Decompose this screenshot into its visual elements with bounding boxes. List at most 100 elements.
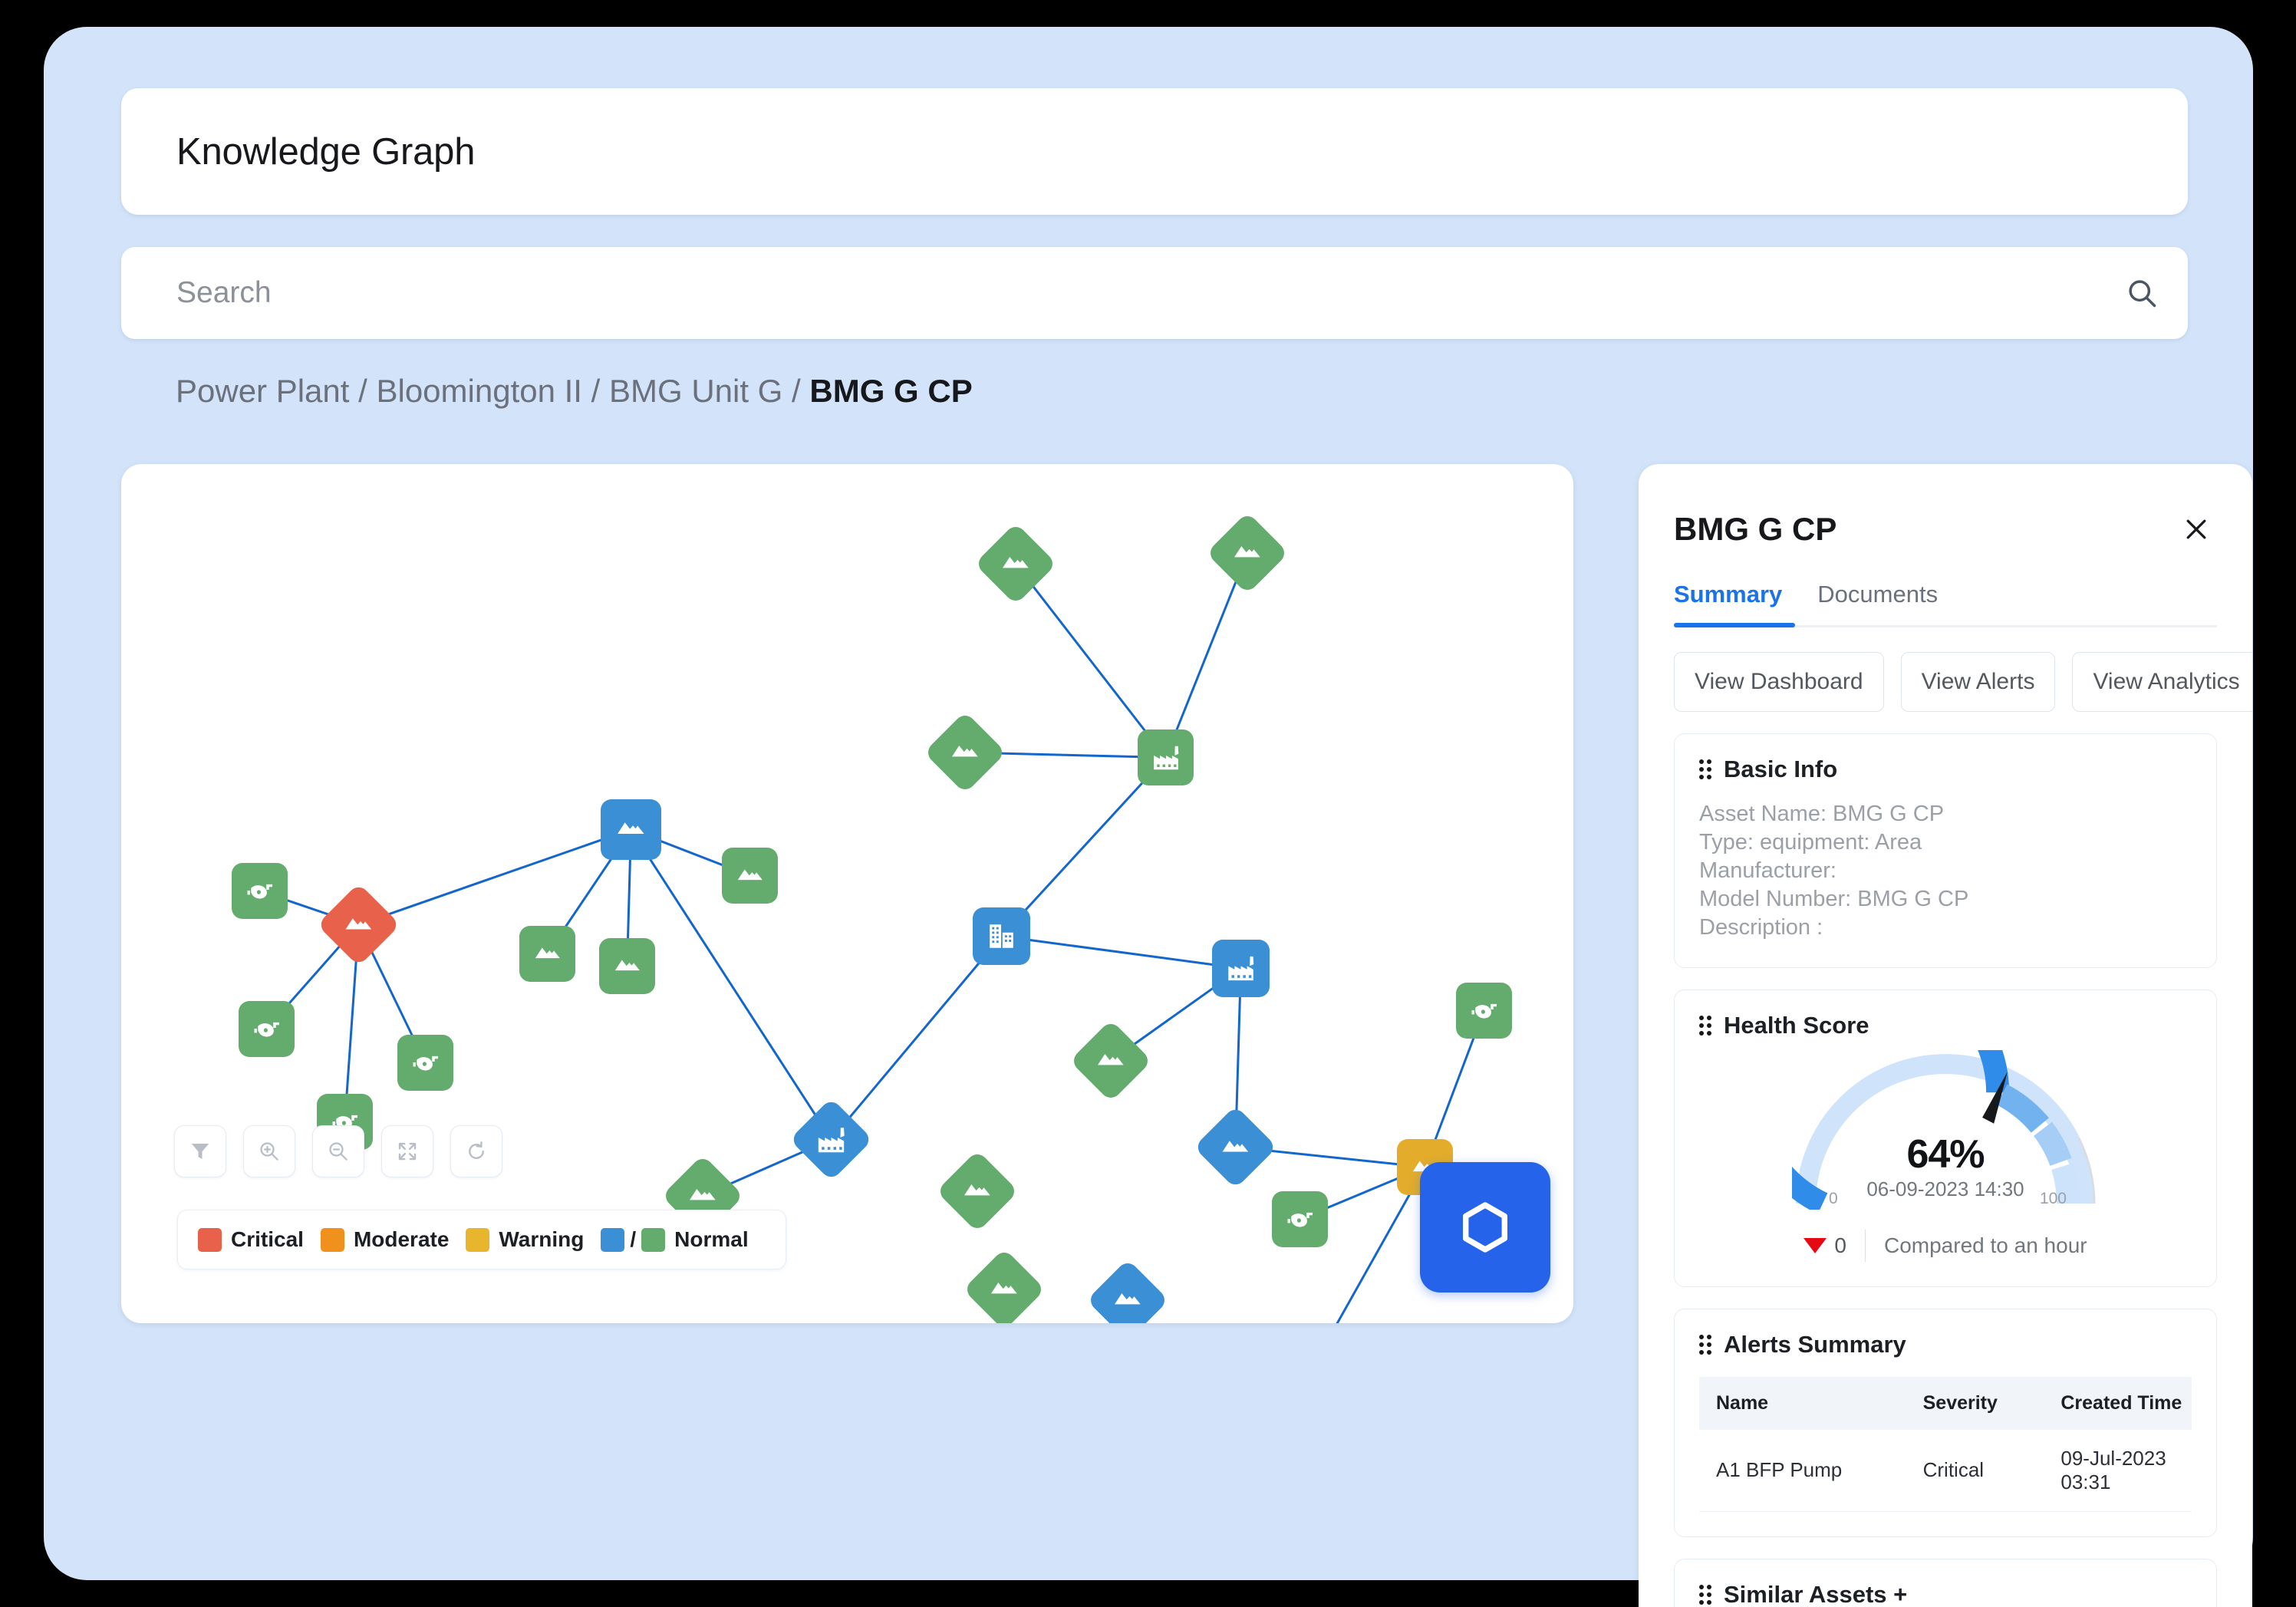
breadcrumb-item-bmg-unit-g[interactable]: BMG Unit G: [609, 373, 782, 410]
health-score-delta: 0 Compared to an hour: [1804, 1229, 2087, 1262]
close-icon[interactable]: [2176, 509, 2217, 550]
health-score-header: Health Score: [1699, 1012, 2192, 1039]
basic-info-model-number: Model Number: BMG G CP: [1699, 887, 1969, 912]
similar-assets-card: Similar Assets + Node Name Similarity: [1674, 1558, 2217, 1607]
legend-label-critical: Critical: [231, 1227, 304, 1251]
graph-node-n11[interactable]: [974, 522, 1057, 605]
similar-assets-header: Similar Assets +: [1699, 1581, 2192, 1607]
tab-summary[interactable]: Summary: [1674, 581, 1782, 625]
breadcrumb-current: BMG G CP: [809, 373, 973, 409]
fit-screen-icon[interactable]: [381, 1125, 433, 1177]
delta-value: 0: [1834, 1233, 1846, 1257]
legend-label-warning: Warning: [499, 1227, 585, 1251]
graph-node-n7[interactable]: [519, 926, 575, 982]
breadcrumb-item-power-plant[interactable]: Power Plant: [176, 373, 349, 410]
view-alerts-button[interactable]: View Alerts: [1900, 652, 2056, 712]
alerts-table: Name Severity Created Time A1 BFP Pump C…: [1699, 1376, 2192, 1512]
basic-info-header: Basic Info: [1699, 756, 2192, 783]
chart-icon: [1112, 1285, 1143, 1316]
chart-icon: [1220, 1132, 1251, 1163]
breadcrumb: Power Plant / Bloomington II / BMG Unit …: [176, 364, 973, 418]
chart-icon: [989, 1274, 1020, 1305]
breadcrumb-separator: /: [581, 373, 609, 409]
zoom-in-icon[interactable]: [243, 1125, 295, 1177]
drag-handle-icon[interactable]: [1699, 1015, 1711, 1036]
drag-handle-icon[interactable]: [1699, 1584, 1711, 1605]
filter-icon[interactable]: [174, 1125, 226, 1177]
pump-icon: [1286, 1205, 1315, 1234]
graph-node-n22[interactable]: [1086, 1259, 1169, 1323]
graph-node-n18[interactable]: [789, 1098, 873, 1181]
legend-swatch-moderate: [320, 1227, 344, 1252]
search-input[interactable]: [176, 276, 2096, 310]
graph-node-n8[interactable]: [599, 938, 655, 994]
drag-handle-icon[interactable]: [1699, 1334, 1711, 1355]
tab-documents[interactable]: Documents: [1817, 581, 1938, 625]
graph-node-n5[interactable]: [317, 883, 400, 967]
legend-item-normal: / Normal: [601, 1227, 765, 1252]
gauge-graphic: 64% 06-09-2023 14:30 0 100: [1741, 957, 2099, 1214]
graph-node-n21[interactable]: [963, 1248, 1046, 1323]
graph-node-n17[interactable]: [1194, 1105, 1277, 1189]
graph-node-n13[interactable]: [1206, 512, 1289, 594]
graph-node-n16[interactable]: [1069, 1019, 1152, 1102]
drag-handle-icon[interactable]: [1699, 759, 1711, 779]
detail-actions: View Dashboard View Alerts View Analytic…: [1674, 652, 2252, 712]
basic-info-title: Basic Info: [1724, 756, 1838, 782]
basic-info-description: Description :: [1699, 915, 1823, 940]
graph-node-n6[interactable]: [601, 799, 661, 860]
alert-name: A1 BFP Pump: [1699, 1429, 1906, 1512]
legend-item-moderate: Moderate: [320, 1227, 466, 1252]
alerts-summary-header: Alerts Summary: [1699, 1331, 2192, 1358]
view-analytics-button[interactable]: View Analytics: [2072, 652, 2252, 712]
alert-created-time: 09-Jul-2023 03:31: [2044, 1429, 2192, 1512]
graph-node-n4[interactable]: [397, 1035, 453, 1091]
graph-node-n10[interactable]: [924, 711, 1006, 794]
graph-nodes: [121, 464, 1573, 1323]
zoom-out-icon[interactable]: [312, 1125, 364, 1177]
graph-node-n15[interactable]: [1212, 940, 1270, 997]
graph-node-n1[interactable]: [232, 863, 288, 919]
graph-node-n24[interactable]: [1456, 983, 1512, 1039]
chart-icon: [1232, 538, 1263, 568]
chart-icon: [613, 952, 642, 981]
app-window: Knowledge Graph Power Plant / Bloomingto…: [44, 27, 2253, 1607]
detail-tabs: Summary Documents: [1674, 581, 2217, 627]
legend-slash: /: [630, 1227, 637, 1251]
legend-item-warning: Warning: [466, 1227, 601, 1252]
basic-info-body: Asset Name: BMG G CP Type: equipment: Ar…: [1699, 800, 2192, 943]
graph-node-n25[interactable]: [1272, 1191, 1328, 1247]
legend-label-normal: Normal: [674, 1227, 749, 1251]
search-bar: [121, 247, 2188, 339]
alerts-col-severity: Severity: [1906, 1376, 2044, 1430]
delta-divider: [1864, 1229, 1866, 1262]
graph-node-n12[interactable]: [1138, 729, 1194, 785]
chart-icon: [1000, 548, 1031, 579]
chart-icon: [344, 910, 374, 940]
legend-swatch-warning: [466, 1227, 490, 1252]
alerts-col-name: Name: [1699, 1376, 1906, 1430]
search-icon[interactable]: [2096, 247, 2188, 339]
hexagon-icon[interactable]: [1420, 1162, 1550, 1293]
graph-node-n14[interactable]: [973, 907, 1030, 965]
health-score-title: Health Score: [1724, 1011, 1869, 1039]
legend-label-moderate: Moderate: [353, 1227, 450, 1251]
graph-node-n20[interactable]: [936, 1150, 1019, 1233]
factory-icon: [816, 1125, 847, 1155]
legend-swatch-critical: [198, 1227, 222, 1252]
delta-compare-text: Compared to an hour: [1883, 1233, 2087, 1257]
reset-icon[interactable]: [450, 1125, 502, 1177]
knowledge-graph-panel[interactable]: [121, 464, 1573, 1323]
legend-swatch-normal-blue: [601, 1227, 625, 1252]
alerts-summary-card: Alerts Summary Name Severity Created Tim…: [1674, 1308, 2217, 1537]
legend-item-critical: Critical: [198, 1227, 321, 1252]
graph-node-n9[interactable]: [722, 848, 778, 904]
graph-toolbar: [174, 1125, 502, 1177]
view-dashboard-button[interactable]: View Dashboard: [1674, 652, 1884, 712]
table-row[interactable]: A1 BFP Pump Critical 09-Jul-2023 03:31: [1699, 1429, 2192, 1512]
graph-node-n2[interactable]: [239, 1001, 295, 1057]
breadcrumb-item-bloomington-ii[interactable]: Bloomington II: [376, 373, 582, 410]
chart-icon: [1095, 1046, 1126, 1076]
health-score-value: 64%: [1906, 1131, 1985, 1177]
chart-icon: [687, 1181, 718, 1211]
